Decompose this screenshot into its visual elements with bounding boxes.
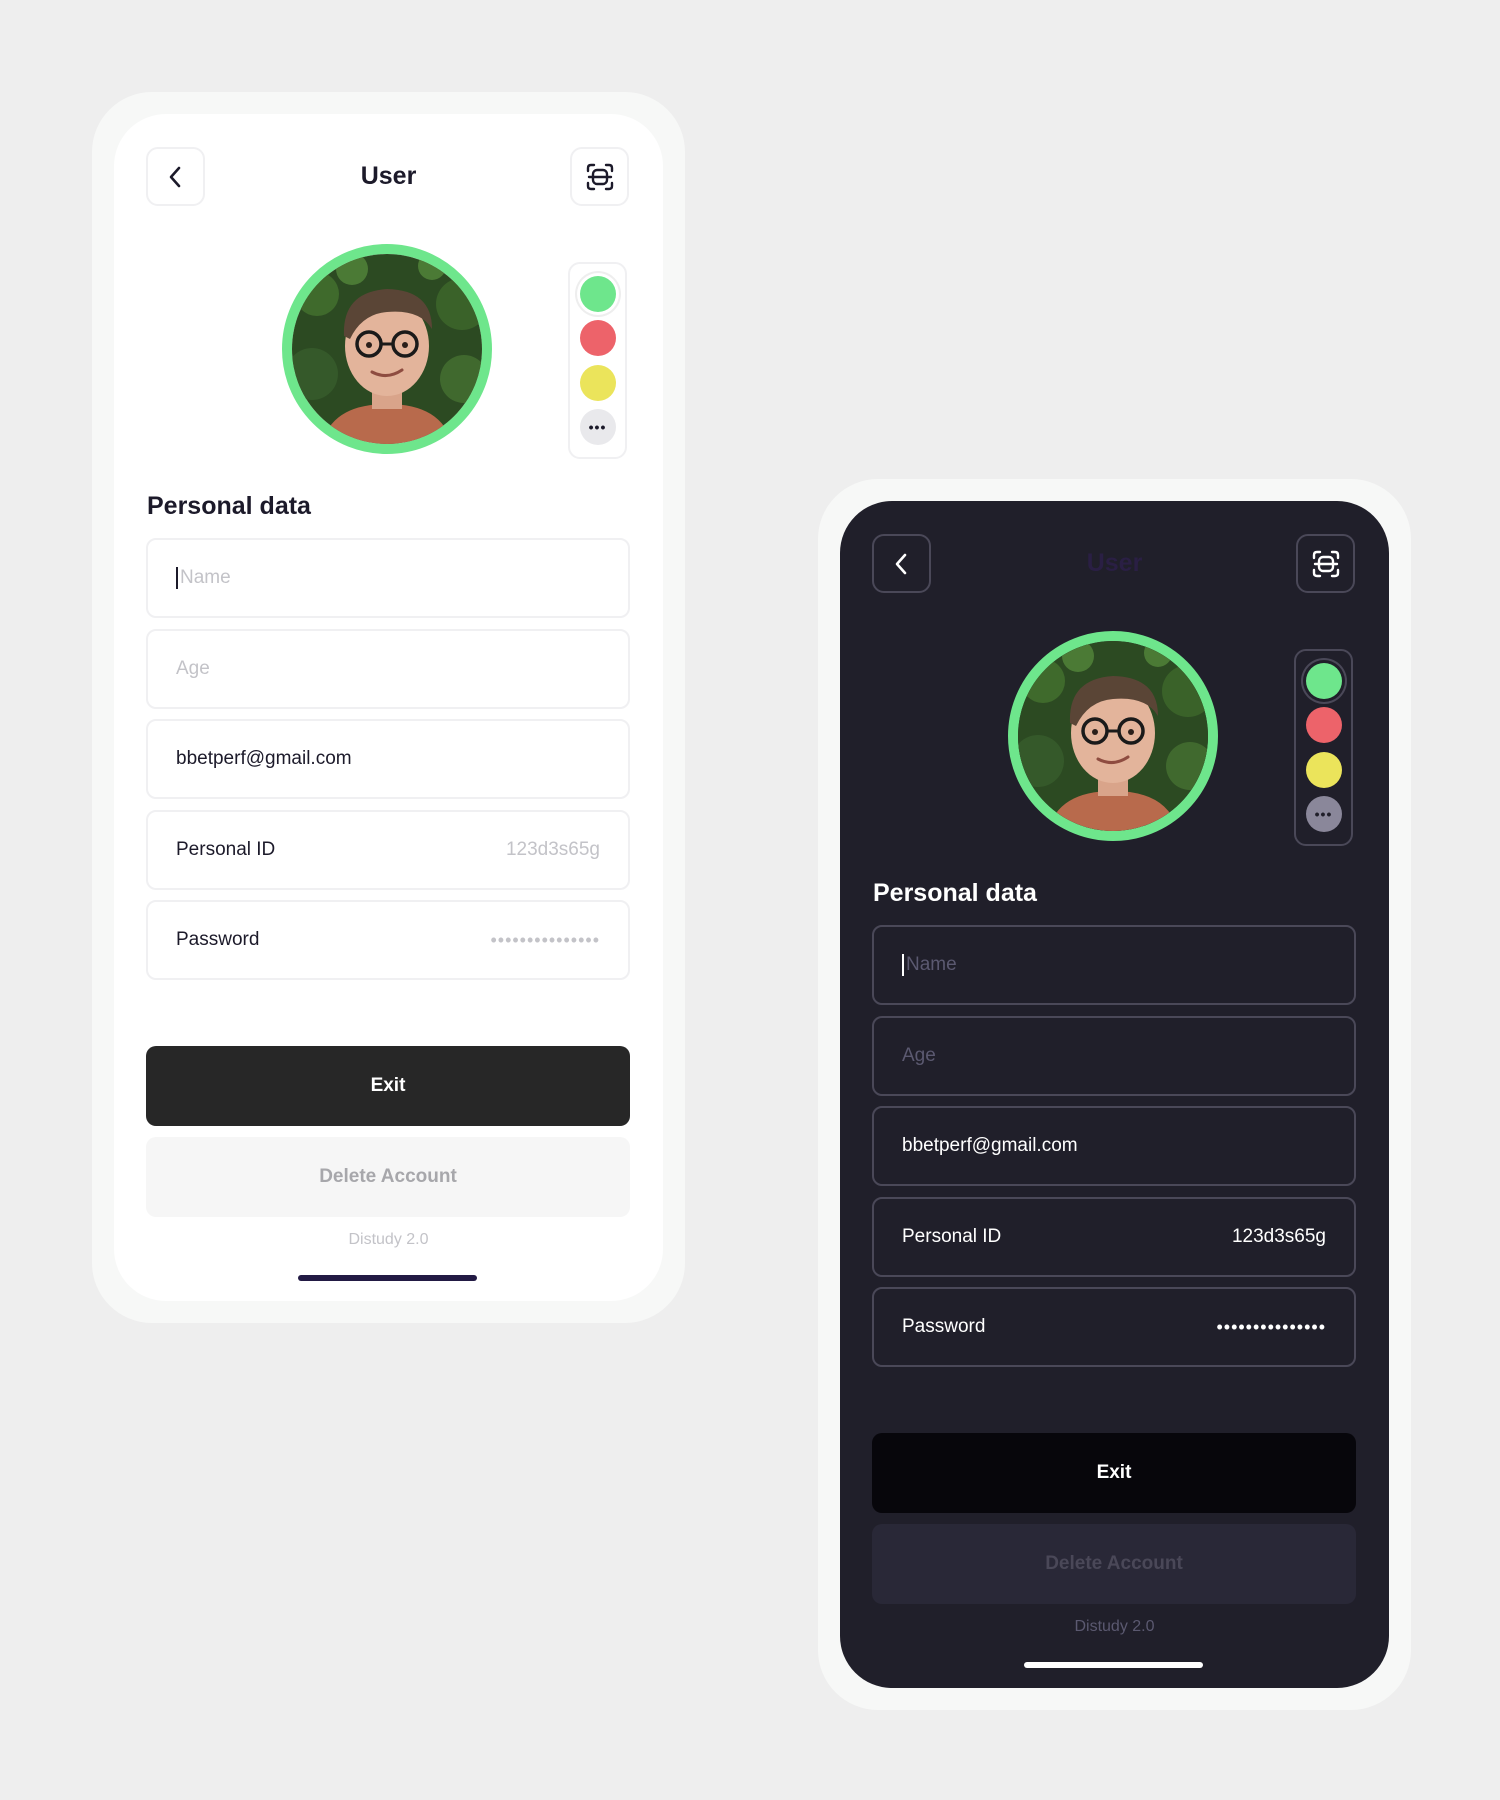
color-picker: ••• — [1294, 649, 1353, 846]
avatar[interactable] — [282, 244, 492, 454]
section-title: Personal data — [147, 492, 311, 520]
email-value: bbetperf@gmail.com — [176, 748, 352, 769]
personal-id-field[interactable]: Personal ID 123d3s65g — [146, 810, 630, 890]
age-field[interactable]: Age — [872, 1016, 1356, 1096]
email-field[interactable]: bbetperf@gmail.com — [872, 1106, 1356, 1186]
app-version: Distudy 2.0 — [1074, 1618, 1155, 1635]
password-field[interactable]: Password ••••••••••••••• — [872, 1287, 1356, 1367]
home-indicator[interactable] — [1024, 1662, 1203, 1668]
more-dots-icon: ••• — [588, 418, 607, 435]
password-label: Password — [902, 1316, 986, 1337]
section-title: Personal data — [873, 879, 1037, 907]
name-placeholder: Name — [180, 567, 231, 588]
color-swatch-green[interactable] — [579, 276, 616, 313]
exit-button[interactable]: Exit — [146, 1046, 630, 1126]
name-field[interactable]: Name — [146, 538, 630, 618]
light-phone-frame: User ••• Personal data Name Age bbetperf… — [92, 92, 685, 1323]
delete-account-button[interactable]: Delete Account — [872, 1524, 1356, 1604]
user-screen-light: User ••• Personal data Name Age bbetperf… — [114, 114, 663, 1301]
color-picker: ••• — [568, 262, 627, 459]
exit-button[interactable]: Exit — [872, 1433, 1356, 1513]
age-placeholder: Age — [176, 658, 210, 679]
avatar[interactable] — [1008, 631, 1218, 841]
face-scan-button[interactable] — [1296, 534, 1355, 593]
delete-account-button[interactable]: Delete Account — [146, 1137, 630, 1217]
personal-id-label: Personal ID — [176, 839, 276, 860]
color-swatch-yellow[interactable] — [579, 364, 616, 401]
color-swatch-red[interactable] — [579, 320, 616, 357]
home-indicator[interactable] — [298, 1275, 477, 1281]
app-version: Distudy 2.0 — [348, 1231, 429, 1248]
face-scan-icon — [586, 163, 613, 190]
password-field[interactable]: Password ••••••••••••••• — [146, 900, 630, 980]
dark-phone-frame: User ••• Personal data Name Age bbetperf… — [818, 479, 1411, 1710]
name-field[interactable]: Name — [872, 925, 1356, 1005]
email-value: bbetperf@gmail.com — [902, 1135, 1078, 1156]
text-caret — [902, 953, 904, 976]
more-dots-icon: ••• — [1314, 805, 1333, 822]
text-caret — [176, 566, 178, 589]
name-placeholder: Name — [906, 954, 957, 975]
age-field[interactable]: Age — [146, 629, 630, 709]
personal-id-field[interactable]: Personal ID 123d3s65g — [872, 1197, 1356, 1277]
face-scan-icon — [1312, 550, 1339, 577]
age-placeholder: Age — [902, 1045, 936, 1066]
personal-id-value: 123d3s65g — [1231, 1226, 1326, 1247]
color-swatch-green[interactable] — [1305, 663, 1342, 700]
color-swatch-yellow[interactable] — [1305, 751, 1342, 788]
password-label: Password — [176, 929, 260, 950]
email-field[interactable]: bbetperf@gmail.com — [146, 719, 630, 799]
personal-id-value: 123d3s65g — [505, 839, 600, 860]
more-colors-button[interactable]: ••• — [1305, 795, 1342, 832]
password-value: ••••••••••••••• — [490, 929, 600, 950]
password-value: ••••••••••••••• — [1216, 1316, 1326, 1337]
personal-id-label: Personal ID — [902, 1226, 1002, 1247]
user-screen-dark: User ••• Personal data Name Age bbetperf… — [840, 501, 1389, 1688]
color-swatch-red[interactable] — [1305, 707, 1342, 744]
face-scan-button[interactable] — [570, 147, 629, 206]
more-colors-button[interactable]: ••• — [579, 408, 616, 445]
